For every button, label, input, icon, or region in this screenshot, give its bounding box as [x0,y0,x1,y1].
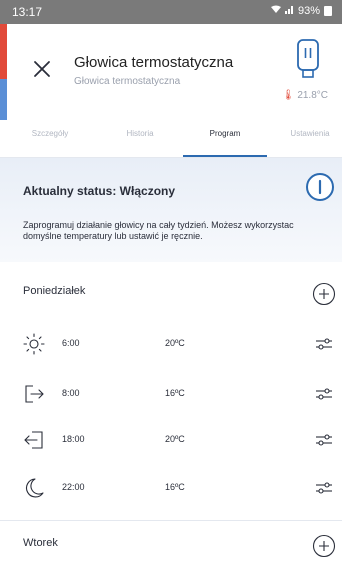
program-entry[interactable]: 6:00 20ºC [0,322,342,370]
adjust-icon[interactable] [314,385,334,403]
thermostatic-valve-icon [295,38,321,82]
entry-time: 8:00 [62,388,80,398]
status-description: Zaprogramuj działanie głowicy na cały ty… [23,220,294,241]
adjust-icon[interactable] [314,431,334,449]
power-toggle-icon[interactable] [305,172,335,202]
active-tab-indicator [183,155,267,157]
entry-time: 18:00 [62,434,85,444]
tab-program[interactable]: Program [183,120,267,158]
status-title: Aktualny status: Włączony [23,184,176,198]
battery-percent: 93% [297,5,320,17]
accent-strip-red [0,24,7,79]
day-row-tuesday: Wtorek [0,522,342,570]
leave-home-icon [22,382,46,406]
program-entry[interactable]: 18:00 20ºC [0,418,342,466]
adjust-icon[interactable] [314,479,334,497]
day-label: Poniedziałek [23,285,86,297]
moon-icon [22,476,46,500]
page-subtitle: Głowica termostatyczna [74,76,181,87]
entry-time: 22:00 [62,482,85,492]
tab-history[interactable]: Historia [98,120,182,158]
battery-icon [324,6,332,16]
device-header: Głowica termostatyczna Głowica termostat… [0,24,342,120]
entry-temperature: 20ºC [165,434,185,444]
tab-bar: Szczegóły Historia Program Ustawienia [0,120,342,158]
day-label: Wtorek [23,537,58,549]
wifi-icon [270,5,281,17]
divider [0,520,342,521]
entry-temperature: 16ºC [165,482,185,492]
current-temperature-value: 21.8°C [297,90,328,101]
status-bar: 13:17 93% [0,0,342,24]
add-entry-icon[interactable] [312,282,336,306]
tab-settings[interactable]: Ustawienia [268,120,342,158]
adjust-icon[interactable] [314,335,334,353]
signal-icon [284,5,294,17]
page-title: Głowica termostatyczna [74,54,234,71]
status-card: Aktualny status: Włączony Zaprogramuj dz… [0,158,342,262]
entry-temperature: 16ºC [165,388,185,398]
entry-time: 6:00 [62,338,80,348]
enter-home-icon [22,428,46,452]
add-entry-icon[interactable] [312,534,336,558]
accent-strip-blue [0,79,7,120]
program-entry[interactable]: 22:00 16ºC [0,466,342,514]
entry-temperature: 20ºC [165,338,185,348]
status-time: 13:17 [12,5,43,19]
close-icon[interactable] [32,59,52,79]
thermometer-icon: 🌡︎ [281,90,295,101]
status-indicators: 93% [270,5,332,17]
program-entry[interactable]: 8:00 16ºC [0,372,342,420]
current-temperature: 🌡︎ 21.8°C [282,90,328,101]
tab-details[interactable]: Szczegóły [8,120,92,158]
sun-icon [22,332,46,356]
day-row-monday: Poniedziałek [0,270,342,318]
